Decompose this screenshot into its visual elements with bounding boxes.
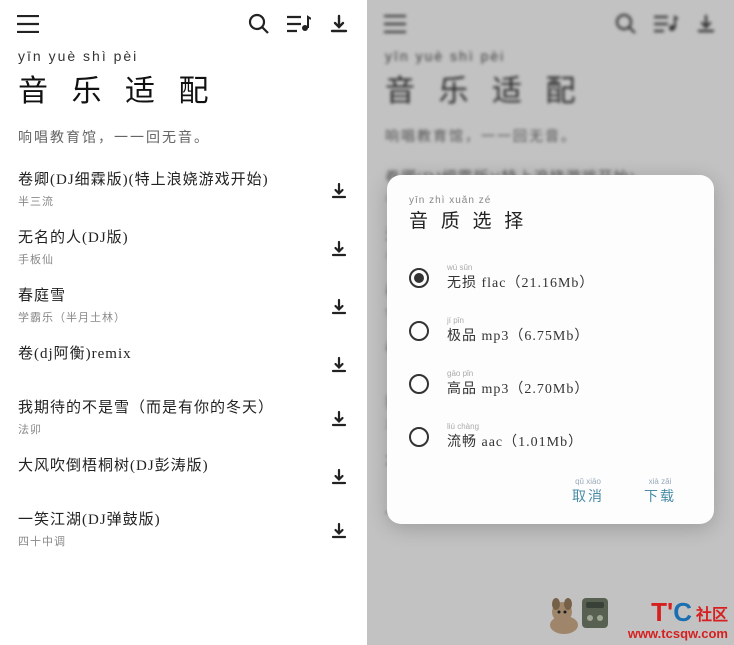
quality-option-mp3-mid[interactable]: gāo pǐn 高品 mp3（2.70Mb）	[409, 357, 692, 410]
watermark-url: www.tcsqw.com	[628, 626, 728, 641]
dialog-title: 音 质 选 择	[409, 206, 692, 233]
song-row[interactable]: 我期待的不是雪（而是有你的冬天） 法卯	[0, 383, 367, 441]
download-song-button[interactable]	[325, 517, 353, 545]
download-icon[interactable]	[692, 10, 720, 38]
top-bar	[0, 0, 367, 44]
option-label: 高品 mp3（2.70Mb）	[447, 378, 692, 398]
app-title-block: yīn yuè shì pèi 音 乐 适 配	[0, 44, 367, 112]
song-artist: 四十中调	[18, 533, 325, 549]
playlist-icon[interactable]	[285, 10, 313, 38]
app-title-pinyin: yīn yuè shì pèi	[18, 48, 349, 64]
screen-music-list: yīn yuè shì pèi 音 乐 适 配 响唱教育馆，一一回无音。 卷卿(…	[0, 0, 367, 645]
song-list: 卷卿(DJ细霖版)(特上浪娆游戏开始) 半三流 无名的人(DJ版) 手板仙 春庭…	[0, 155, 367, 553]
song-title: 一笑江湖(DJ弹鼓版)	[18, 508, 325, 529]
song-title: 我期待的不是雪（而是有你的冬天）	[18, 396, 325, 417]
download-song-button[interactable]	[325, 405, 353, 433]
song-title: 大风吹倒梧桐树(DJ彭涛版)	[18, 454, 325, 475]
song-title: 卷卿(DJ细霖版)(特上浪娆游戏开始)	[18, 168, 325, 189]
song-row[interactable]: 无名的人(DJ版) 手板仙	[0, 213, 367, 271]
download-song-button[interactable]	[325, 177, 353, 205]
quality-dialog: yīn zhì xuǎn zé 音 质 选 择 wú sǔn 无损 flac（2…	[387, 175, 714, 524]
screen-quality-dialog: yīn yuè shì pèi 音 乐 适 配 响唱教育馆，一一回无音。 卷卿(…	[367, 0, 734, 645]
quality-option-flac[interactable]: wú sǔn 无损 flac（21.16Mb）	[409, 251, 692, 304]
subtitle-block: 响唱教育馆，一一回无音。	[0, 112, 367, 155]
watermark: T'C 社区 www.tcsqw.com	[628, 597, 728, 641]
song-row[interactable]: 春庭雪 学霸乐（半月土林）	[0, 271, 367, 329]
radio-icon	[409, 268, 429, 288]
radio-icon	[409, 374, 429, 394]
watermark-c: C	[673, 597, 692, 628]
app-title-block: yīn yuè shì pèi 音 乐 适 配	[367, 44, 734, 112]
download-song-button[interactable]	[325, 351, 353, 379]
app-title: 音 乐 适 配	[18, 66, 349, 110]
download-song-button[interactable]	[325, 463, 353, 491]
search-icon[interactable]	[245, 10, 273, 38]
cancel-button[interactable]: qǔ xiāo 取消	[572, 477, 604, 506]
download-song-button[interactable]	[325, 235, 353, 263]
download-icon[interactable]	[325, 10, 353, 38]
option-label: 极品 mp3（6.75Mb）	[447, 325, 692, 345]
song-artist: 法卯	[18, 421, 325, 437]
radio-icon	[409, 427, 429, 447]
watermark-t: T	[651, 597, 667, 628]
option-label: 流畅 aac（1.01Mb）	[447, 431, 692, 451]
song-row[interactable]: 大风吹倒梧桐树(DJ彭涛版)	[0, 441, 367, 495]
mascot-icon	[544, 590, 614, 635]
playlist-icon[interactable]	[652, 10, 680, 38]
dialog-title-pinyin: yīn zhì xuǎn zé	[409, 195, 692, 206]
song-title: 春庭雪	[18, 284, 325, 305]
quality-option-aac[interactable]: liú chàng 流畅 aac（1.01Mb）	[409, 410, 692, 463]
search-icon[interactable]	[612, 10, 640, 38]
song-title: 卷(dj阿衡)remix	[18, 342, 325, 363]
menu-icon[interactable]	[14, 10, 42, 38]
radio-icon	[409, 321, 429, 341]
song-row[interactable]: 卷卿(DJ细霖版)(特上浪娆游戏开始) 半三流	[0, 155, 367, 213]
download-song-button[interactable]	[325, 293, 353, 321]
top-bar	[367, 0, 734, 44]
option-label: 无损 flac（21.16Mb）	[447, 272, 692, 292]
song-artist: 学霸乐（半月土林）	[18, 309, 325, 325]
subtitle-text: 响唱教育馆，一一回无音。	[18, 127, 349, 147]
song-artist: 半三流	[18, 193, 325, 209]
song-row[interactable]: 一笑江湖(DJ弹鼓版) 四十中调	[0, 495, 367, 553]
watermark-suffix: 社区	[696, 601, 728, 625]
confirm-button[interactable]: xià zǎi 下载	[644, 477, 676, 506]
song-row[interactable]: 卷(dj阿衡)remix	[0, 329, 367, 383]
song-title: 无名的人(DJ版)	[18, 226, 325, 247]
song-artist: 手板仙	[18, 251, 325, 267]
menu-icon[interactable]	[381, 10, 409, 38]
quality-option-mp3-high[interactable]: jí pǐn 极品 mp3（6.75Mb）	[409, 304, 692, 357]
